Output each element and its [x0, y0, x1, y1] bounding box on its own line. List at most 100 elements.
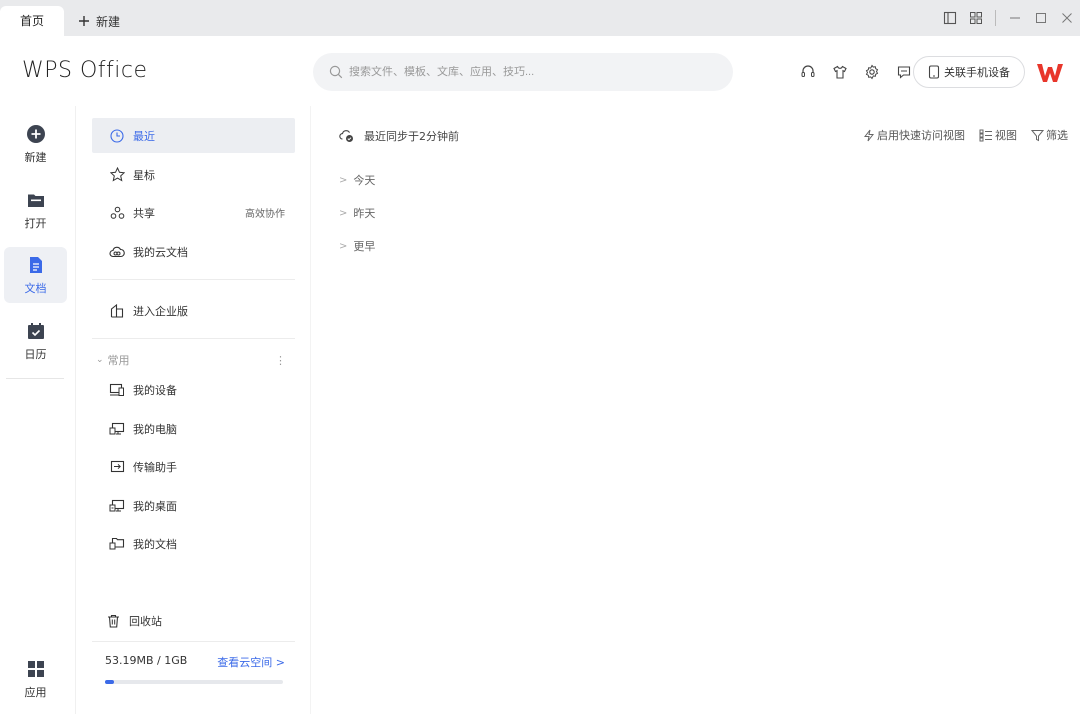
rail-item-open[interactable]: 打开	[4, 182, 67, 238]
chevron-right-icon: >	[339, 207, 348, 219]
sidebar-item-shared[interactable]: 共享 高效协作	[92, 195, 295, 230]
chevron-down-icon: ⌄	[96, 355, 104, 365]
window-separator	[995, 10, 996, 26]
filter-icon	[1031, 129, 1044, 141]
nav-rail: 新建 打开 文档 日历 应用	[0, 106, 70, 714]
clock-icon	[108, 127, 126, 145]
quick-access-toggle[interactable]: 启用快速访问视图	[863, 127, 965, 143]
sidebar-item-label: 我的电脑	[133, 422, 177, 436]
cloud-icon	[108, 243, 126, 261]
sidebar-item-my-docs[interactable]: 我的文档	[92, 526, 295, 561]
close-icon[interactable]	[1054, 0, 1080, 36]
sidebar-item-transfer[interactable]: 传输助手	[92, 449, 295, 484]
sidebar-divider	[92, 338, 295, 339]
wps-logo-icon	[1037, 64, 1063, 82]
link-phone-button[interactable]: 关联手机设备	[913, 56, 1025, 88]
rail-label: 应用	[24, 686, 47, 699]
desktop-icon	[108, 497, 126, 515]
header: WPS Office 关联手机设备	[0, 36, 1080, 106]
sidebar-item-label: 传输助手	[133, 460, 177, 474]
group-label: 更早	[353, 240, 376, 253]
share-icon	[108, 204, 126, 222]
rail-item-docs[interactable]: 文档	[4, 247, 67, 303]
plus-icon	[79, 16, 89, 26]
sidebar-item-label: 星标	[133, 168, 155, 182]
link-phone-label: 关联手机设备	[944, 66, 1010, 79]
main-content: 最近同步于2分钟前 启用快速访问视图 视图 筛选 > 今天 > 昨天 > 更早	[311, 106, 1080, 714]
sidebar-item-recent[interactable]: 最近	[92, 118, 295, 153]
search-icon	[329, 65, 343, 79]
sidebar-item-my-devices[interactable]: 我的设备	[92, 372, 295, 407]
headset-icon[interactable]	[792, 62, 824, 82]
title-bar: 首页 新建	[0, 0, 1080, 36]
storage-bar-fill	[105, 680, 115, 684]
search-input[interactable]	[349, 66, 709, 78]
sidebar-item-label: 共享	[133, 206, 155, 220]
filter-label: 筛选	[1046, 129, 1068, 142]
shirt-icon[interactable]	[824, 62, 856, 82]
maximize-icon[interactable]	[1028, 0, 1054, 36]
filter-button[interactable]: 筛选	[1031, 127, 1068, 143]
view-button[interactable]: 视图	[979, 127, 1017, 143]
group-label: 昨天	[353, 207, 376, 220]
folder-doc-icon	[108, 535, 126, 553]
sidebar-group-common[interactable]: ⌄ 常用 ⋮	[96, 352, 292, 368]
tab-new-label: 新建	[96, 14, 121, 29]
rail-label: 新建	[24, 151, 47, 164]
sidebar: 最近 星标 共享 高效协作 我的云文档 进入企业版 ⌄ 常用 ⋮ 我的设备 我的…	[92, 118, 297, 714]
header-icons	[792, 62, 920, 82]
sidebar-item-enterprise[interactable]: 进入企业版	[92, 293, 295, 328]
rail-item-apps[interactable]: 应用	[4, 651, 67, 707]
quick-access-label: 启用快速访问视图	[877, 129, 965, 142]
grid-icon[interactable]	[963, 0, 989, 36]
transfer-icon	[108, 458, 126, 476]
sidebar-item-label: 我的云文档	[133, 245, 188, 259]
storage-panel: 53.19MB / 1GB 查看云空间 >	[105, 654, 285, 684]
sidebar-item-label: 我的桌面	[133, 499, 177, 513]
more-icon[interactable]: ⋮	[275, 354, 286, 367]
rail-label: 打开	[24, 217, 47, 230]
trash-icon	[104, 612, 122, 630]
cloud-sync-icon	[339, 129, 353, 142]
sidebar-divider	[92, 279, 295, 280]
rail-border	[75, 106, 76, 714]
storage-bar	[105, 680, 283, 684]
view-cloud-space-link[interactable]: 查看云空间 >	[217, 654, 285, 670]
view-tools: 启用快速访问视图 视图 筛选	[849, 127, 1068, 143]
lightning-icon	[863, 129, 875, 141]
sidebar-item-cloud[interactable]: 我的云文档	[92, 234, 295, 269]
gear-icon[interactable]	[856, 62, 888, 82]
sidebar-item-starred[interactable]: 星标	[92, 157, 295, 192]
rail-label: 文档	[24, 282, 47, 295]
document-icon	[28, 254, 44, 276]
file-group-yesterday[interactable]: > 昨天	[339, 205, 375, 221]
sidebar-item-label: 最近	[133, 129, 155, 143]
layout-icon[interactable]	[937, 0, 963, 36]
tab-new[interactable]: 新建	[78, 6, 120, 36]
list-view-icon	[979, 129, 992, 141]
devices-icon	[108, 381, 126, 399]
chevron-right-icon: >	[339, 174, 348, 186]
window-controls	[937, 0, 1080, 36]
folder-icon	[27, 189, 45, 211]
computer-icon	[108, 420, 126, 438]
chevron-right-icon: >	[339, 240, 348, 252]
sidebar-item-desktop[interactable]: 我的桌面	[92, 488, 295, 523]
tab-home[interactable]: 首页	[0, 6, 64, 36]
storage-used: 53.19MB / 1GB	[105, 654, 188, 667]
sidebar-item-recycle[interactable]: 回收站	[92, 603, 295, 638]
rail-item-calendar[interactable]: 日历	[4, 313, 67, 369]
file-group-earlier[interactable]: > 更早	[339, 238, 375, 254]
sync-text: 最近同步于2分钟前	[364, 130, 459, 143]
rail-item-new[interactable]: 新建	[4, 116, 67, 172]
sidebar-item-my-computer[interactable]: 我的电脑	[92, 411, 295, 446]
file-group-today[interactable]: > 今天	[339, 172, 375, 188]
star-icon	[108, 166, 126, 184]
search-box[interactable]	[313, 53, 733, 91]
view-label: 视图	[995, 129, 1017, 142]
sidebar-item-label: 我的设备	[133, 383, 177, 397]
phone-icon	[928, 65, 940, 79]
group-label: 今天	[353, 174, 376, 187]
minimize-icon[interactable]	[1002, 0, 1028, 36]
collab-tag: 高效协作	[245, 209, 285, 220]
